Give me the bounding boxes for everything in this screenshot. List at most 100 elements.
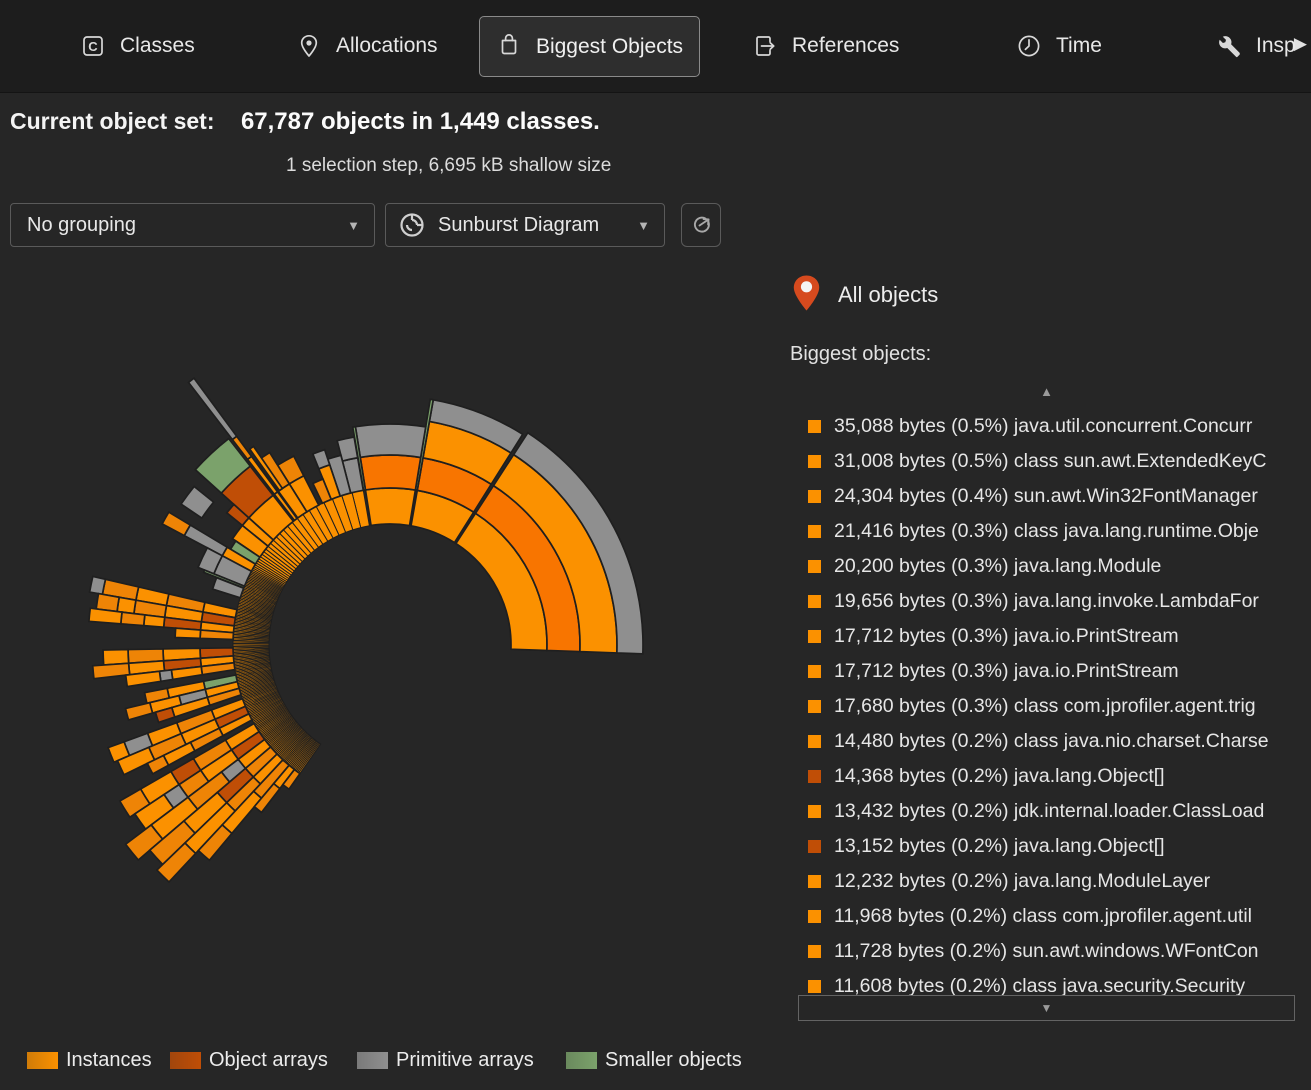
object-row-text: 21,416 bytes (0.3%) class java.lang.runt…	[834, 520, 1259, 543]
all-objects-pin-icon	[792, 274, 821, 317]
tab-biggest-objects[interactable]: Biggest Objects	[479, 16, 700, 77]
scroll-up-arrow[interactable]: ▲	[798, 384, 1295, 399]
legend-label: Smaller objects	[605, 1049, 742, 1072]
sunburst-cell[interactable]	[189, 378, 237, 439]
grouping-dropdown-value: No grouping	[27, 214, 136, 237]
sunburst-cell[interactable]	[126, 703, 153, 720]
biggest-object-row[interactable]: 17,712 bytes (0.3%) java.io.PrintStream	[798, 654, 1295, 689]
biggest-object-row[interactable]: 20,200 bytes (0.3%) java.lang.Module	[798, 549, 1295, 584]
object-type-bullet	[808, 980, 821, 993]
biggest-object-row[interactable]: 12,232 bytes (0.2%) java.lang.ModuleLaye…	[798, 864, 1295, 899]
biggest-object-row[interactable]: 35,088 bytes (0.5%) java.util.concurrent…	[798, 409, 1295, 444]
legend-label: Instances	[66, 1049, 152, 1072]
sunburst-cell[interactable]	[162, 512, 190, 535]
legend-item-smaller_objects: Smaller objects	[566, 1049, 742, 1072]
sunburst-cell[interactable]	[360, 455, 420, 490]
object-type-bullet	[808, 945, 821, 958]
object-row-text: 31,008 bytes (0.5%) class sun.awt.Extend…	[834, 450, 1267, 473]
legend-swatch	[170, 1052, 201, 1069]
object-row-text: 17,712 bytes (0.3%) java.io.PrintStream	[834, 625, 1179, 648]
object-row-text: 11,728 bytes (0.2%) sun.awt.windows.WFon…	[834, 940, 1259, 963]
chevron-down-icon: ▼	[637, 218, 664, 233]
legend-item-object_arrays: Object arrays	[170, 1049, 328, 1072]
sunburst-cell[interactable]	[355, 424, 425, 458]
current-object-set-label: Current object set:	[10, 108, 214, 134]
sunburst-cell[interactable]	[90, 576, 106, 594]
sunburst-cell[interactable]	[93, 663, 130, 678]
tab-allocations[interactable]: Allocations	[296, 0, 438, 92]
view-type-dropdown[interactable]: Sunburst Diagram ▼	[385, 203, 665, 247]
legend-swatch	[27, 1052, 58, 1069]
allocations-icon	[296, 33, 322, 59]
biggest-object-row[interactable]: 14,368 bytes (0.2%) java.lang.Object[]	[798, 759, 1295, 794]
legend-item-instances: Instances	[27, 1049, 152, 1072]
biggest-object-row[interactable]: 11,728 bytes (0.2%) sun.awt.windows.WFon…	[798, 934, 1295, 969]
legend-label: Object arrays	[209, 1049, 328, 1072]
object-type-bullet	[808, 910, 821, 923]
object-row-text: 24,304 bytes (0.4%) sun.awt.Win32FontMan…	[834, 485, 1258, 508]
sunburst-cell[interactable]	[175, 628, 200, 638]
object-row-text: 14,480 bytes (0.2%) class java.nio.chars…	[834, 730, 1269, 753]
grouping-dropdown[interactable]: No grouping ▼	[10, 203, 375, 247]
biggest-object-row[interactable]: 14,480 bytes (0.2%) class java.nio.chars…	[798, 724, 1295, 759]
object-type-bullet	[808, 735, 821, 748]
object-row-text: 19,656 bytes (0.3%) java.lang.invoke.Lam…	[834, 590, 1259, 613]
tab-label: Classes	[120, 34, 195, 58]
selection-step-subtitle: 1 selection step, 6,695 kB shallow size	[286, 155, 611, 177]
biggest-object-row[interactable]: 11,608 bytes (0.2%) class java.security.…	[798, 969, 1295, 997]
biggest-object-row[interactable]: 24,304 bytes (0.4%) sun.awt.Win32FontMan…	[798, 479, 1295, 514]
object-row-text: 13,432 bytes (0.2%) jdk.internal.loader.…	[834, 800, 1264, 823]
tab-references[interactable]: References	[752, 0, 899, 92]
current-object-set-value: 67,787 objects in 1,449 classes.	[241, 108, 600, 135]
sunburst-cell[interactable]	[313, 450, 330, 469]
classes-icon: C	[80, 33, 106, 59]
object-row-text: 11,608 bytes (0.2%) class java.security.…	[834, 975, 1245, 997]
more-tabs-icon[interactable]: ▶	[1294, 34, 1307, 54]
object-type-bullet	[808, 420, 821, 433]
object-type-bullet	[808, 805, 821, 818]
tab-label: Allocations	[336, 34, 438, 58]
tab-inspections[interactable]: Insp	[1216, 0, 1296, 92]
sunburst-cell[interactable]	[144, 615, 165, 627]
tab-label: Insp	[1256, 34, 1296, 58]
legend-swatch	[566, 1052, 597, 1069]
biggest-objects-list-title: Biggest objects:	[790, 343, 931, 366]
sunburst-diagram[interactable]	[0, 257, 780, 1047]
object-type-bullet	[808, 875, 821, 888]
object-type-bullet	[808, 560, 821, 573]
biggest-object-row[interactable]: 19,656 bytes (0.3%) java.lang.invoke.Lam…	[798, 584, 1295, 619]
object-row-text: 11,968 bytes (0.2%) class com.jprofiler.…	[834, 905, 1252, 928]
inspections-icon	[1216, 33, 1242, 59]
tab-label: Time	[1056, 34, 1102, 58]
sunburst-cell[interactable]	[200, 630, 233, 639]
sunburst-cell[interactable]	[121, 612, 145, 626]
tab-label: References	[792, 34, 899, 58]
object-type-bullet	[808, 770, 821, 783]
object-row-text: 13,152 bytes (0.2%) java.lang.Object[]	[834, 835, 1165, 858]
references-icon	[752, 33, 778, 59]
biggest-object-row[interactable]: 13,152 bytes (0.2%) java.lang.Object[]	[798, 829, 1295, 864]
sunburst-cell[interactable]	[365, 488, 415, 526]
biggest-object-row[interactable]: 31,008 bytes (0.5%) class sun.awt.Extend…	[798, 444, 1295, 479]
scroll-down-bar[interactable]: ▼	[798, 995, 1295, 1021]
object-row-text: 17,712 bytes (0.3%) java.io.PrintStream	[834, 660, 1179, 683]
object-type-bullet	[808, 700, 821, 713]
legend-swatch	[357, 1052, 388, 1069]
tab-time[interactable]: Time	[1016, 0, 1102, 92]
object-row-text: 20,200 bytes (0.3%) java.lang.Module	[834, 555, 1161, 578]
biggest-object-row[interactable]: 17,680 bytes (0.3%) class com.jprofiler.…	[798, 689, 1295, 724]
sunburst-cell[interactable]	[159, 670, 172, 681]
biggest-object-row[interactable]: 21,416 bytes (0.3%) class java.lang.runt…	[798, 514, 1295, 549]
export-selection-button[interactable]	[681, 203, 721, 247]
object-type-bullet	[808, 490, 821, 503]
tab-classes[interactable]: C Classes	[80, 0, 195, 92]
view-tab-bar: ▶ C Classes Allocations Biggest Objects Refe…	[0, 0, 1311, 93]
biggest-object-row[interactable]: 13,432 bytes (0.2%) jdk.internal.loader.…	[798, 794, 1295, 829]
time-icon	[1016, 33, 1042, 59]
legend-label: Primitive arrays	[396, 1049, 534, 1072]
biggest-object-row[interactable]: 11,968 bytes (0.2%) class com.jprofiler.…	[798, 899, 1295, 934]
sunburst-cell[interactable]	[181, 486, 214, 518]
biggest-objects-list: 35,088 bytes (0.5%) java.util.concurrent…	[798, 409, 1295, 997]
biggest-object-row[interactable]: 17,712 bytes (0.3%) java.io.PrintStream	[798, 619, 1295, 654]
object-row-text: 17,680 bytes (0.3%) class com.jprofiler.…	[834, 695, 1256, 718]
